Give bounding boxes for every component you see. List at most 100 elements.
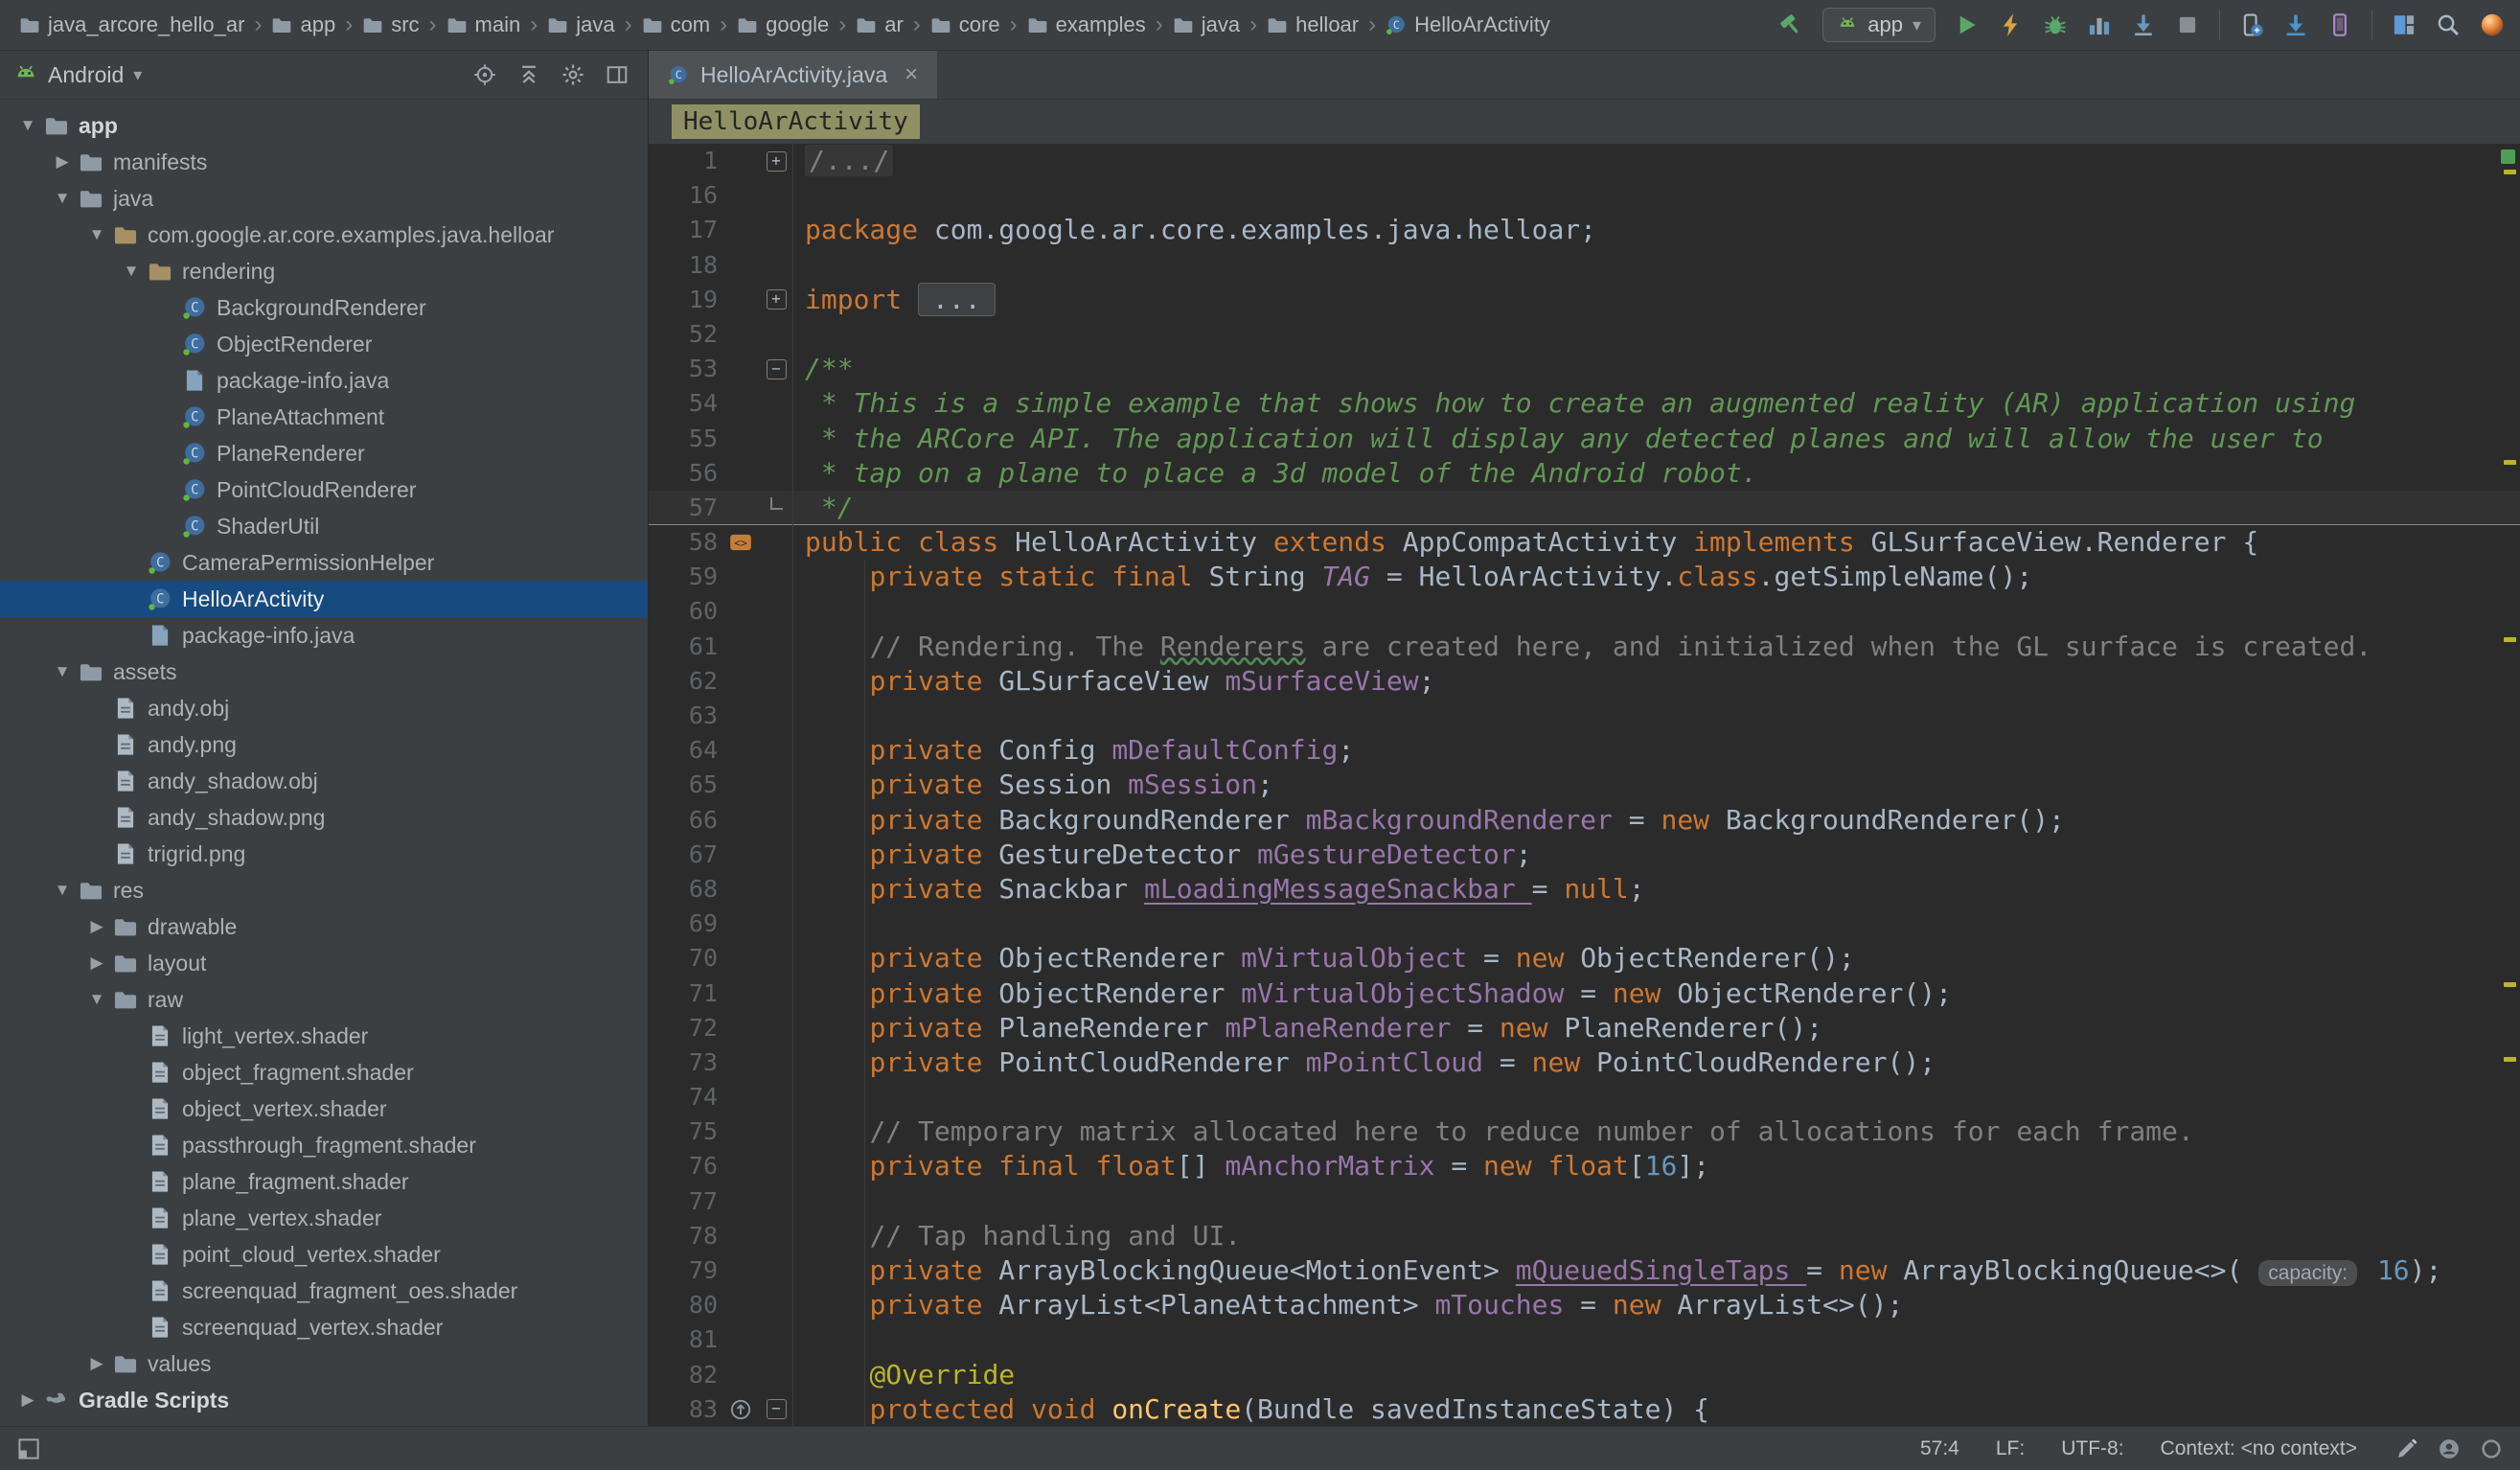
breadcrumb-item-java[interactable]: java	[1169, 11, 1244, 39]
fold-marker[interactable]: −	[760, 352, 793, 386]
hide-panel-button[interactable]	[606, 63, 629, 86]
error-stripe[interactable]	[2497, 144, 2520, 1426]
tree-item-res[interactable]: ▼res	[0, 872, 648, 908]
context-indicator[interactable]: Context: <no context>	[2161, 1437, 2357, 1460]
tree-item-package-info-java[interactable]: package-info.java	[0, 362, 648, 399]
tree-item-package-info-java[interactable]: package-info.java	[0, 617, 648, 654]
fold-marker[interactable]: +	[760, 283, 793, 317]
debug-button[interactable]	[2043, 12, 2068, 37]
sdk-manager-button[interactable]	[2283, 12, 2308, 37]
collapse-all-button[interactable]	[517, 63, 540, 86]
tree-item-rendering[interactable]: ▼rendering	[0, 253, 648, 289]
warning-stripe-mark[interactable]	[2504, 460, 2516, 465]
tree-item-andy-shadow-png[interactable]: andy_shadow.png	[0, 799, 648, 836]
chevron-expanded-icon[interactable]: ▼	[82, 225, 111, 244]
project-view-selector[interactable]: Android	[48, 62, 124, 88]
tree-item-gradle-scripts[interactable]: ▶Gradle Scripts	[0, 1382, 648, 1418]
build-button[interactable]	[1778, 12, 1803, 37]
caret-position[interactable]: 57:4	[1920, 1437, 1959, 1460]
tree-item-app[interactable]: ▼app	[0, 107, 648, 144]
fold-marker[interactable]: −	[760, 1392, 793, 1426]
inspections-profile-button[interactable]	[2438, 1437, 2461, 1460]
tree-item-java[interactable]: ▼java	[0, 180, 648, 217]
tree-item-manifests[interactable]: ▶manifests	[0, 144, 648, 180]
inspection-status-indicator[interactable]	[2501, 149, 2515, 164]
scope-button[interactable]	[473, 63, 496, 86]
tree-item-object-vertex-shader[interactable]: object_vertex.shader	[0, 1091, 648, 1127]
search-everywhere-button[interactable]	[2436, 12, 2461, 37]
code-editor[interactable]: 1+/.../1617package com.google.ar.core.ex…	[649, 144, 2520, 1426]
layout-inspector-button[interactable]	[2392, 12, 2417, 37]
profile-button[interactable]	[2087, 12, 2112, 37]
chevron-collapsed-icon[interactable]: ▶	[82, 953, 111, 973]
tree-item-com-google-ar-core-examples-java-helloar[interactable]: ▼com.google.ar.core.examples.java.helloa…	[0, 217, 648, 253]
tree-item-pointcloudrenderer[interactable]: CPointCloudRenderer	[0, 471, 648, 508]
tree-item-plane-fragment-shader[interactable]: plane_fragment.shader	[0, 1163, 648, 1200]
avd-manager-button[interactable]	[2239, 12, 2264, 37]
run-configuration-selector[interactable]: app▾	[1822, 8, 1936, 42]
tree-item-plane-vertex-shader[interactable]: plane_vertex.shader	[0, 1200, 648, 1236]
breadcrumb-item-com[interactable]: com	[638, 11, 715, 39]
tree-item-helloaractivity[interactable]: CHelloArActivity	[0, 581, 648, 617]
tree-item-backgroundrenderer[interactable]: CBackgroundRenderer	[0, 289, 648, 326]
breadcrumb-item-java-arcore-hello-ar[interactable]: java_arcore_hello_ar	[15, 11, 248, 39]
tree-item-planerenderer[interactable]: CPlaneRenderer	[0, 435, 648, 471]
chevron-collapsed-icon[interactable]: ▶	[82, 1354, 111, 1373]
breadcrumb-item-ar[interactable]: ar	[852, 11, 907, 39]
tree-item-andy-shadow-obj[interactable]: andy_shadow.obj	[0, 763, 648, 799]
androidchip-gutter-icon[interactable]: <>	[722, 525, 760, 560]
chevron-collapsed-icon[interactable]: ▶	[13, 1390, 42, 1410]
fold-marker[interactable]: +	[760, 144, 793, 178]
apply-changes-button[interactable]	[1999, 12, 2024, 37]
tree-item-planeattachment[interactable]: CPlaneAttachment	[0, 399, 648, 435]
breadcrumb-item-src[interactable]: src	[358, 11, 423, 39]
chevron-expanded-icon[interactable]: ▼	[48, 662, 77, 681]
background-tasks-button[interactable]	[2480, 1437, 2503, 1460]
breadcrumb-item-helloar[interactable]: helloar	[1263, 11, 1363, 39]
tree-item-values[interactable]: ▶values	[0, 1345, 648, 1382]
chevron-expanded-icon[interactable]: ▼	[117, 262, 146, 281]
tree-item-trigrid-png[interactable]: trigrid.png	[0, 836, 648, 872]
chevron-expanded-icon[interactable]: ▼	[82, 990, 111, 1009]
editor-tab[interactable]: C HelloArActivity.java ×	[649, 51, 937, 99]
breadcrumb-item-app[interactable]: app	[267, 11, 339, 39]
tree-item-screenquad-fragment-oes-shader[interactable]: screenquad_fragment_oes.shader	[0, 1273, 648, 1309]
tree-item-raw[interactable]: ▼raw	[0, 981, 648, 1018]
file-encoding[interactable]: UTF-8:	[2061, 1437, 2123, 1460]
attach-debugger-button[interactable]	[2131, 12, 2156, 37]
fold-marker[interactable]	[760, 491, 793, 525]
breadcrumb-item-core[interactable]: core	[927, 11, 1004, 39]
close-icon[interactable]: ×	[905, 61, 918, 88]
breadcrumb-item-java[interactable]: java	[543, 11, 618, 39]
tree-item-andy-obj[interactable]: andy.obj	[0, 690, 648, 726]
tree-item-light-vertex-shader[interactable]: light_vertex.shader	[0, 1018, 648, 1054]
override-gutter-icon[interactable]	[722, 1392, 760, 1426]
write-access-button[interactable]	[2395, 1437, 2418, 1460]
breadcrumb-class-chip[interactable]: HelloArActivity	[672, 104, 920, 139]
breadcrumb-item-main[interactable]: main	[443, 11, 525, 39]
run-button[interactable]	[1955, 12, 1980, 37]
tree-item-point-cloud-vertex-shader[interactable]: point_cloud_vertex.shader	[0, 1236, 648, 1273]
chevron-expanded-icon[interactable]: ▼	[13, 116, 42, 135]
assistant-button[interactable]	[2480, 12, 2505, 37]
tree-item-shaderutil[interactable]: CShaderUtil	[0, 508, 648, 544]
breadcrumb-item-helloaractivity[interactable]: CHelloArActivity	[1382, 11, 1554, 39]
tree-item-camerapermissionhelper[interactable]: CCameraPermissionHelper	[0, 544, 648, 581]
chevron-expanded-icon[interactable]: ▼	[48, 881, 77, 900]
stop-button[interactable]	[2175, 12, 2200, 37]
tool-windows-icon[interactable]	[17, 1437, 40, 1460]
breadcrumb-item-google[interactable]: google	[733, 11, 833, 39]
chevron-collapsed-icon[interactable]: ▶	[48, 152, 77, 172]
warning-stripe-mark[interactable]	[2504, 1057, 2516, 1062]
tree-item-layout[interactable]: ▶layout	[0, 945, 648, 981]
warning-stripe-mark[interactable]	[2504, 982, 2516, 987]
chevron-collapsed-icon[interactable]: ▶	[82, 917, 111, 936]
tree-item-screenquad-vertex-shader[interactable]: screenquad_vertex.shader	[0, 1309, 648, 1345]
warning-stripe-mark[interactable]	[2504, 637, 2516, 642]
tree-item-assets[interactable]: ▼assets	[0, 654, 648, 690]
breadcrumb-item-examples[interactable]: examples	[1023, 11, 1150, 39]
warning-stripe-mark[interactable]	[2504, 170, 2516, 174]
device-file-explorer-button[interactable]	[2327, 12, 2352, 37]
settings-button[interactable]	[561, 63, 584, 86]
chevron-expanded-icon[interactable]: ▼	[48, 189, 77, 208]
